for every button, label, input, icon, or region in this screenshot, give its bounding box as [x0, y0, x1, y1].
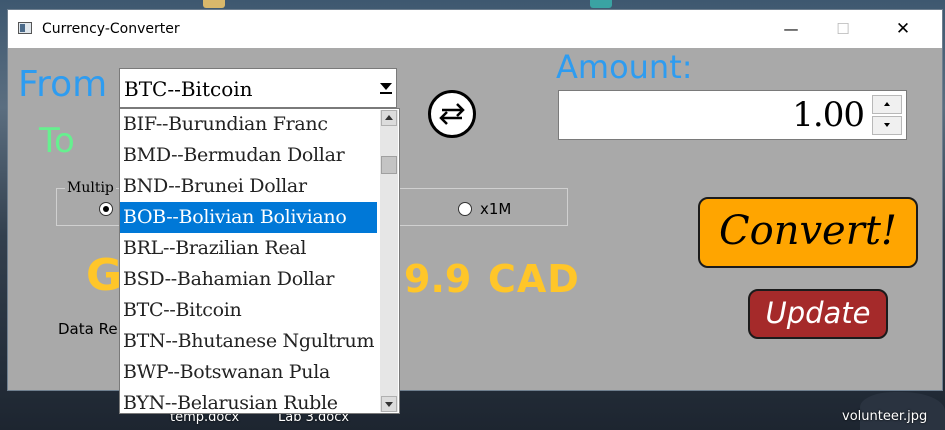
scroll-thumb[interactable]: [381, 156, 397, 174]
update-button[interactable]: Update: [748, 289, 888, 339]
from-currency-select[interactable]: BTC--Bitcoin: [119, 68, 397, 108]
amount-value: 1.00: [792, 95, 865, 135]
amount-label: Amount:: [556, 48, 693, 86]
scroll-up-button[interactable]: [381, 110, 397, 126]
amount-decrement-button[interactable]: [872, 116, 902, 135]
result-currency: CAD: [488, 257, 580, 301]
swap-arrows-icon: [439, 103, 465, 125]
amount-input[interactable]: 1.00: [558, 90, 907, 140]
multiplier-group-label: Multip: [65, 180, 116, 196]
close-button[interactable]: ✕: [880, 10, 926, 48]
desktop-icon-top-1[interactable]: [203, 0, 225, 8]
multiplier-radio-selected[interactable]: [99, 202, 113, 216]
list-item[interactable]: BYN--Belarusian Ruble: [120, 388, 377, 413]
maximize-button[interactable]: ☐: [820, 10, 866, 48]
dropdown-scrollbar[interactable]: [380, 110, 398, 412]
swap-button[interactable]: [428, 90, 476, 138]
list-item[interactable]: BMD--Bermudan Dollar: [120, 140, 377, 171]
convert-button[interactable]: Convert!: [698, 197, 918, 268]
multiplier-1m-label: x1M: [480, 200, 512, 218]
to-label: To: [39, 121, 75, 161]
list-item[interactable]: BIF--Burundian Franc: [120, 109, 377, 140]
window-title: Currency-Converter: [42, 21, 180, 37]
scroll-down-button[interactable]: [381, 396, 397, 412]
list-item[interactable]: BWP--Botswanan Pula: [120, 357, 377, 388]
data-refresh-label: Data Re: [58, 320, 118, 338]
chevron-down-icon[interactable]: [380, 83, 392, 94]
desktop-file-volunteer[interactable]: volunteer.jpg: [842, 409, 927, 424]
list-item-highlighted[interactable]: BOB--Bolivian Boliviano: [120, 202, 377, 233]
minimize-button[interactable]: —: [768, 10, 814, 48]
currency-dropdown-list[interactable]: BIF--Burundian Franc BMD--Bermudan Dolla…: [119, 108, 400, 414]
list-item[interactable]: BRL--Brazilian Real: [120, 233, 377, 264]
list-item[interactable]: BTN--Bhutanese Ngultrum: [120, 326, 377, 357]
result-value: 9.9: [404, 257, 472, 301]
from-currency-value: BTC--Bitcoin: [124, 77, 253, 101]
list-item[interactable]: BSD--Bahamian Dollar: [120, 264, 377, 295]
amount-increment-button[interactable]: [872, 95, 902, 114]
app-window: Currency-Converter — ☐ ✕ From To BTC--Bi…: [7, 9, 943, 414]
multiplier-radio-1m[interactable]: [458, 202, 472, 216]
title-bar[interactable]: Currency-Converter — ☐ ✕: [8, 10, 942, 48]
desktop-icon-top-2[interactable]: [590, 0, 612, 8]
from-label: From: [18, 64, 108, 105]
result-partial-glyph: G: [86, 250, 123, 301]
app-window-icon: [18, 22, 32, 34]
list-item[interactable]: BND--Brunei Dollar: [120, 171, 377, 202]
list-item[interactable]: BTC--Bitcoin: [120, 295, 377, 326]
